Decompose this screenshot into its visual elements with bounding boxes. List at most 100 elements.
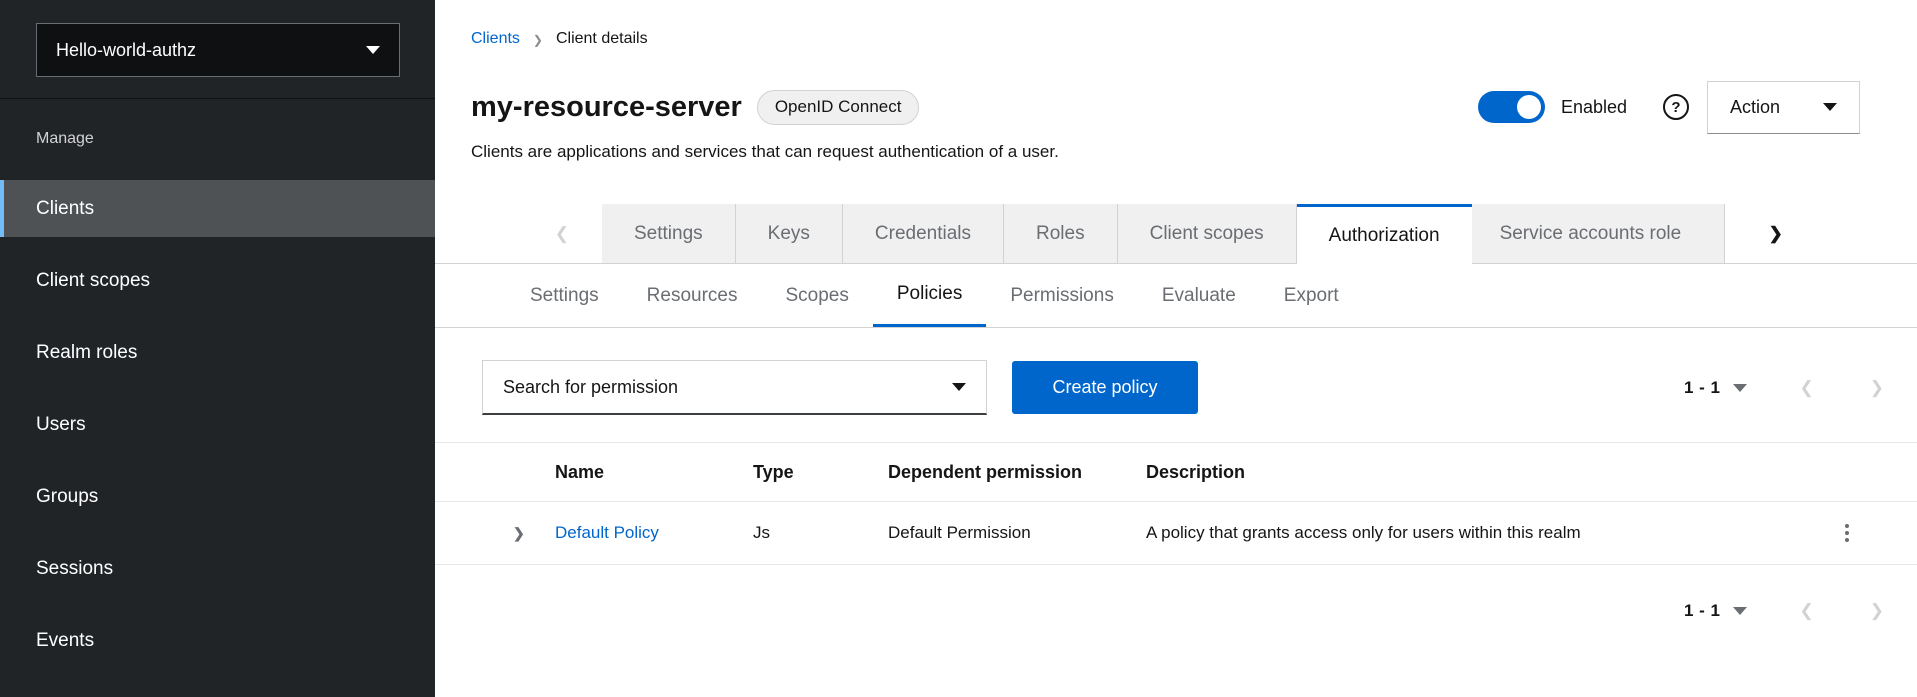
sidebar-item-groups[interactable]: Groups	[0, 468, 435, 525]
pagination-top: 1 - 1 ❮ ❯	[1684, 378, 1884, 398]
action-label: Action	[1730, 96, 1781, 117]
page-header: my-resource-server OpenID Connect Enable…	[435, 80, 1917, 134]
tab-client-scopes[interactable]: Client scopes	[1117, 204, 1297, 264]
tab-label: Roles	[1036, 222, 1085, 244]
subtab-policies[interactable]: Policies	[872, 264, 987, 327]
tabs-scroll-left[interactable]: ❮	[435, 204, 602, 264]
sidebar: Hello-world-authz Manage Clients Client …	[0, 0, 435, 697]
subtab-label: Settings	[530, 284, 599, 306]
policies-table: Name Type Dependent permission Descripti…	[435, 442, 1917, 565]
page-title: my-resource-server	[471, 90, 742, 123]
breadcrumb: Clients ❯ Client details	[435, 0, 1917, 48]
create-policy-button[interactable]: Create policy	[1012, 361, 1198, 414]
sidebar-item-label: Sessions	[36, 557, 114, 579]
tab-label: Keys	[767, 222, 810, 244]
chevron-down-icon	[952, 383, 966, 391]
policy-description-cell: A policy that grants access only for use…	[1146, 523, 1581, 542]
sidebar-item-label: Groups	[36, 485, 99, 507]
sidebar-item-label: Clients	[36, 197, 95, 219]
subtab-export[interactable]: Export	[1260, 264, 1363, 327]
breadcrumb-link-clients[interactable]: Clients	[471, 30, 520, 48]
tab-roles[interactable]: Roles	[1004, 204, 1118, 264]
chevron-left-icon: ❮	[554, 224, 569, 243]
pagination-range: 1 - 1	[1683, 377, 1721, 397]
subtab-label: Policies	[896, 283, 963, 304]
column-header-type: Type	[753, 461, 794, 482]
chevron-down-icon	[366, 46, 380, 54]
pagination-range: 1 - 1	[1683, 601, 1721, 620]
table-row: ❯ Default Policy Js Default Permission A…	[435, 502, 1917, 565]
realm-selector-section: Hello-world-authz	[0, 0, 435, 99]
sidebar-item-label: Events	[36, 629, 95, 651]
table-header-row: Name Type Dependent permission Descripti…	[435, 443, 1917, 502]
tab-label: Service accounts role	[1499, 222, 1682, 244]
pagination-prev-icon[interactable]: ❮	[1800, 601, 1814, 621]
tab-credentials[interactable]: Credentials	[842, 204, 1005, 264]
tab-label: Credentials	[874, 222, 972, 244]
subtab-label: Resources	[646, 284, 738, 306]
sidebar-item-realm-roles[interactable]: Realm roles	[0, 324, 435, 381]
nav-section-label: Manage	[36, 130, 94, 147]
tabs-scroll-right[interactable]: ❯	[1724, 204, 1917, 264]
policy-name-link[interactable]: Default Policy	[555, 523, 753, 543]
help-icon[interactable]: ?	[1663, 94, 1689, 120]
realm-name: Hello-world-authz	[56, 39, 197, 60]
breadcrumb-current: Client details	[555, 30, 648, 47]
authorization-subtabs: Settings Resources Scopes Policies Permi…	[435, 264, 1917, 328]
subtab-scopes[interactable]: Scopes	[761, 264, 872, 327]
policies-toolbar: Search for permission Create policy 1 - …	[482, 360, 1884, 415]
row-kebab-menu-icon[interactable]	[1839, 518, 1855, 548]
main-tabs: ❮ Settings Keys Credentials Roles Client…	[435, 204, 1917, 264]
chevron-right-icon: ❯	[532, 33, 543, 47]
chevron-down-icon	[1823, 103, 1837, 111]
pagination-next-icon[interactable]: ❯	[1870, 601, 1884, 621]
subtab-evaluate[interactable]: Evaluate	[1138, 264, 1260, 327]
enabled-toggle[interactable]	[1477, 91, 1545, 123]
search-select-value: Search for permission	[503, 376, 679, 397]
subtab-settings[interactable]: Settings	[506, 264, 623, 327]
sidebar-item-clients[interactable]: Clients	[0, 180, 435, 237]
chevron-right-icon: ❯	[1768, 224, 1783, 243]
sidebar-item-label: Users	[36, 413, 86, 435]
tab-keys[interactable]: Keys	[735, 204, 843, 264]
pagination-next-icon[interactable]: ❯	[1870, 378, 1884, 398]
sidebar-item-events[interactable]: Events	[0, 612, 435, 669]
app-window: Hello-world-authz Manage Clients Client …	[0, 0, 1917, 697]
toggle-knob	[1516, 95, 1541, 119]
tab-service-accounts-roles[interactable]: Service accounts role	[1471, 204, 1725, 264]
subtab-label: Export	[1283, 284, 1339, 306]
subtab-label: Evaluate	[1161, 284, 1236, 306]
enabled-label: Enabled	[1560, 96, 1627, 117]
policy-type-cell: Js	[753, 523, 770, 542]
main-content: Clients ❯ Client details my-resource-ser…	[435, 0, 1917, 697]
sidebar-item-sessions[interactable]: Sessions	[0, 540, 435, 597]
column-header-dependent-permission: Dependent permission	[888, 461, 1083, 482]
pagination-options-caret-icon[interactable]	[1732, 607, 1747, 615]
tab-label: Authorization	[1328, 224, 1440, 246]
tab-label: Settings	[634, 222, 703, 244]
row-expand-chevron-icon[interactable]: ❯	[513, 525, 555, 542]
sidebar-nav: Clients Client scopes Realm roles Users …	[0, 180, 435, 669]
protocol-badge: OpenID Connect	[756, 89, 920, 125]
tab-authorization[interactable]: Authorization	[1296, 204, 1472, 264]
column-header-description: Description	[1146, 461, 1246, 482]
header-controls: Enabled ? Action	[1477, 80, 1860, 134]
subtab-label: Permissions	[1010, 284, 1114, 306]
sidebar-item-label: Client scopes	[36, 269, 151, 291]
action-dropdown-button[interactable]: Action	[1707, 80, 1860, 134]
pagination-bottom: 1 - 1 ❮ ❯	[435, 601, 1884, 621]
tab-label: Client scopes	[1149, 222, 1264, 244]
sidebar-item-users[interactable]: Users	[0, 396, 435, 453]
pagination-options-caret-icon[interactable]	[1732, 383, 1747, 392]
column-header-name: Name	[555, 461, 605, 482]
sidebar-item-label: Realm roles	[36, 341, 138, 363]
subtab-resources[interactable]: Resources	[623, 264, 762, 327]
pagination-prev-icon[interactable]: ❮	[1800, 378, 1814, 398]
tab-settings[interactable]: Settings	[602, 204, 736, 264]
sidebar-item-client-scopes[interactable]: Client scopes	[0, 252, 435, 309]
realm-selector[interactable]: Hello-world-authz	[36, 23, 400, 77]
search-permission-select[interactable]: Search for permission	[482, 360, 987, 415]
policy-dependent-cell: Default Permission	[888, 523, 1031, 542]
subtab-label: Scopes	[785, 284, 849, 306]
subtab-permissions[interactable]: Permissions	[986, 264, 1137, 327]
